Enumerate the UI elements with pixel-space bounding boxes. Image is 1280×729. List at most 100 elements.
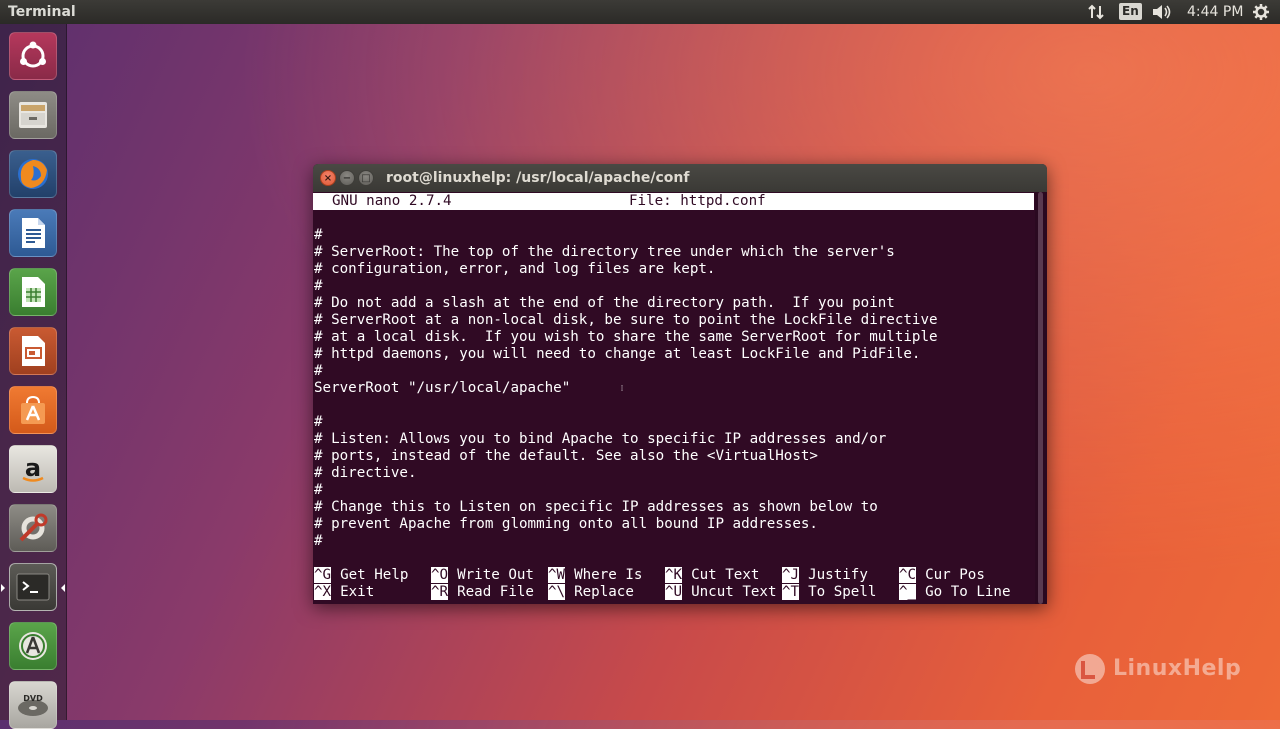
editor-line[interactable]: # bbox=[314, 533, 323, 550]
shortcut-item: ^C Cur Pos bbox=[899, 567, 985, 584]
firefox-icon bbox=[15, 156, 51, 192]
launcher-item-impress[interactable] bbox=[9, 327, 57, 375]
active-app-title: Terminal bbox=[8, 4, 76, 20]
editor-line[interactable]: # ServerRoot at a non-local disk, be sur… bbox=[314, 312, 938, 329]
shortcut-item: ^W Where Is bbox=[548, 567, 642, 584]
nano-header: GNU nano 2.7.4 File: httpd.conf bbox=[313, 193, 1034, 210]
editor-line[interactable]: # directive. bbox=[314, 465, 417, 482]
shortcut-key: ^T bbox=[782, 584, 800, 600]
shortcut-item: ^O Write Out bbox=[431, 567, 534, 584]
shortcut-item: ^G Get Help bbox=[314, 567, 408, 584]
terminal-focused-indicator bbox=[61, 584, 65, 592]
network-arrows-icon[interactable] bbox=[1087, 0, 1105, 32]
launcher-item-software[interactable] bbox=[9, 386, 57, 434]
editor-line[interactable]: # configuration, error, and log files ar… bbox=[314, 261, 715, 278]
launcher-item-settings[interactable] bbox=[9, 504, 57, 552]
file-cabinet-icon bbox=[16, 98, 50, 132]
shortcut-item: ^\ Replace bbox=[548, 584, 634, 601]
terminal-running-indicator bbox=[1, 584, 5, 592]
shortcut-key: ^J bbox=[782, 567, 800, 583]
window-titlebar[interactable]: × − □ root@linuxhelp: /usr/local/apache/… bbox=[313, 164, 1047, 192]
volume-icon[interactable] bbox=[1151, 0, 1173, 32]
shortcut-label: Read File bbox=[457, 584, 534, 600]
launcher-item-dash[interactable] bbox=[9, 32, 57, 80]
updater-icon bbox=[15, 628, 51, 664]
shortcut-item: ^J Justify bbox=[782, 567, 868, 584]
launcher-item-updater[interactable] bbox=[9, 622, 57, 670]
svg-text:DVD: DVD bbox=[23, 694, 43, 703]
shortcut-item: ^_ Go To Line bbox=[899, 584, 1011, 601]
shortcut-label: To Spell bbox=[808, 584, 877, 600]
launcher-item-terminal[interactable] bbox=[9, 563, 57, 611]
launcher-item-amazon[interactable]: a bbox=[9, 445, 57, 493]
launcher-item-dvd[interactable]: DVD bbox=[9, 681, 57, 729]
editor-line[interactable]: # ports, instead of the default. See als… bbox=[314, 448, 818, 465]
launcher: a DVD bbox=[0, 24, 67, 729]
launcher-item-firefox[interactable] bbox=[9, 150, 57, 198]
shortcut-key: ^G bbox=[314, 567, 332, 583]
maximize-button[interactable]: □ bbox=[358, 170, 374, 186]
amazon-icon: a bbox=[16, 452, 50, 486]
text-cursor-icon bbox=[621, 385, 623, 391]
editor-line[interactable]: # bbox=[314, 363, 323, 380]
shortcut-label: Where Is bbox=[574, 567, 643, 583]
editor-line[interactable]: # bbox=[314, 227, 323, 244]
shortcut-key: ^\ bbox=[548, 584, 566, 600]
shortcut-item: ^U Uncut Text bbox=[665, 584, 777, 601]
keyboard-indicator[interactable]: En bbox=[1119, 3, 1142, 20]
editor-line[interactable]: # ServerRoot: The top of the directory t… bbox=[314, 244, 895, 261]
shortcut-key: ^K bbox=[665, 567, 683, 583]
shortcut-key: ^C bbox=[899, 567, 917, 583]
shortcut-key: ^W bbox=[548, 567, 566, 583]
shortcut-item: ^T To Spell bbox=[782, 584, 876, 601]
settings-tools-icon bbox=[15, 510, 51, 546]
shortcut-label: Exit bbox=[340, 584, 375, 600]
launcher-item-files[interactable] bbox=[9, 91, 57, 139]
editor-line[interactable]: # prevent Apache from glomming onto all … bbox=[314, 516, 818, 533]
writer-document-icon bbox=[17, 216, 49, 250]
window-title: root@linuxhelp: /usr/local/apache/conf bbox=[386, 170, 690, 186]
editor-line[interactable]: # bbox=[314, 414, 323, 431]
shortcut-label: Cut Text bbox=[691, 567, 760, 583]
shortcut-label: Go To Line bbox=[925, 584, 1011, 600]
shortcut-label: Replace bbox=[574, 584, 634, 600]
shortcut-item: ^X Exit bbox=[314, 584, 374, 601]
top-panel: Terminal En 4:44 PM bbox=[0, 0, 1280, 24]
shortcut-label: Write Out bbox=[457, 567, 534, 583]
editor-line[interactable]: # httpd daemons, you will need to change… bbox=[314, 346, 920, 363]
shortcut-key: ^U bbox=[665, 584, 683, 600]
software-bag-icon bbox=[16, 393, 50, 427]
launcher-item-calc[interactable] bbox=[9, 268, 57, 316]
shortcut-item: ^K Cut Text bbox=[665, 567, 759, 584]
scrollbar-thumb[interactable] bbox=[1038, 192, 1043, 604]
editor-line[interactable]: # Change this to Listen on specific IP a… bbox=[314, 499, 878, 516]
ubuntu-logo-icon bbox=[17, 40, 49, 72]
editor-line[interactable]: # Do not add a slash at the end of the d… bbox=[314, 295, 895, 312]
shortcut-key: ^R bbox=[431, 584, 449, 600]
editor-line[interactable]: # Listen: Allows you to bind Apache to s… bbox=[314, 431, 886, 448]
shortcut-label: Uncut Text bbox=[691, 584, 777, 600]
editor-line[interactable]: # at a local disk. If you wish to share … bbox=[314, 329, 938, 346]
nano-filename: File: httpd.conf bbox=[629, 193, 766, 209]
shortcut-key: ^X bbox=[314, 584, 332, 600]
terminal-content[interactable]: GNU nano 2.7.4 File: httpd.conf # # Serve… bbox=[313, 192, 1047, 604]
launcher-item-writer[interactable] bbox=[9, 209, 57, 257]
watermark-text: LinuxHelp bbox=[1113, 656, 1242, 681]
dvd-icon: DVD bbox=[15, 690, 51, 720]
shortcut-label: Get Help bbox=[340, 567, 409, 583]
terminal-scrollbar[interactable] bbox=[1035, 192, 1047, 604]
gear-icon[interactable] bbox=[1252, 0, 1270, 32]
minimize-button[interactable]: − bbox=[339, 170, 355, 186]
linuxhelp-watermark: LinuxHelp bbox=[1073, 652, 1241, 686]
editor-line[interactable]: ServerRoot "/usr/local/apache" bbox=[314, 380, 570, 397]
clock[interactable]: 4:44 PM bbox=[1187, 0, 1243, 24]
editor-line[interactable]: # bbox=[314, 482, 323, 499]
editor-line[interactable]: # bbox=[314, 278, 323, 295]
impress-presentation-icon bbox=[17, 334, 49, 368]
terminal-icon bbox=[15, 571, 51, 603]
close-button[interactable]: × bbox=[320, 170, 336, 186]
svg-text:a: a bbox=[25, 454, 41, 482]
terminal-window[interactable]: × − □ root@linuxhelp: /usr/local/apache/… bbox=[313, 164, 1047, 604]
shortcut-item: ^R Read File bbox=[431, 584, 534, 601]
shortcut-key: ^O bbox=[431, 567, 449, 583]
